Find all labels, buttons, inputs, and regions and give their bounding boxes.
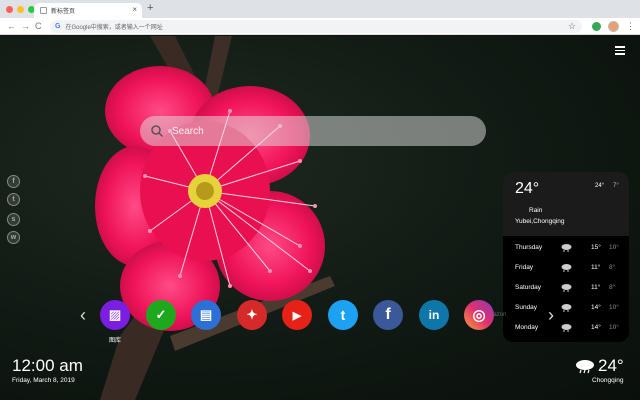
browser-menu-icon[interactable]: ⋮ (626, 20, 635, 32)
shortcut-twitter[interactable]: t (328, 300, 358, 330)
clock-date: Friday, March 8, 2019 (12, 377, 75, 384)
shortcut-linkedin[interactable]: in (419, 300, 449, 330)
shortcut-gallery[interactable]: ▨ (100, 300, 130, 330)
facebook-icon[interactable]: f (7, 175, 20, 188)
forecast-row: Thursday 15° 10° (503, 240, 629, 256)
forecast-row: Monday 14° 10° (503, 320, 629, 336)
tab-title: 新标签页 (51, 9, 76, 15)
low-temperature: 7° (613, 183, 619, 189)
weather-card[interactable]: 24° 24° 7° Rain Yubei,Chongqing Thursday… (503, 172, 629, 342)
forecast-low: 8° (609, 284, 616, 291)
shortcuts-next-arrow[interactable]: › (548, 306, 554, 324)
minimize-window-button[interactable] (17, 6, 24, 13)
search-icon (151, 125, 164, 138)
forecast-low: 10° (609, 304, 619, 311)
shortcut-game[interactable]: ✦ (237, 300, 267, 330)
forecast-high: 14° (591, 304, 601, 311)
reload-button[interactable]: C (35, 20, 42, 32)
address-bar-placeholder: 在Google中搜索，或者输入一个网址 (65, 25, 163, 31)
new-tab-button[interactable]: + (147, 3, 153, 14)
menu-icon[interactable] (615, 46, 625, 55)
notes-icon: ▤ (199, 307, 213, 322)
forecast-day: Monday (515, 324, 539, 331)
back-button[interactable]: ← (7, 20, 16, 32)
forward-button[interactable]: → (21, 20, 30, 32)
clock-time: 12:00 am (12, 356, 83, 375)
forecast-low: 10° (609, 324, 619, 331)
forecast-row: Saturday 11° 8° (503, 280, 629, 296)
profile-avatar[interactable] (608, 21, 619, 32)
shortcut-check[interactable]: ✓ (146, 300, 176, 330)
forecast-high: 11° (591, 264, 601, 271)
shortcuts-prev-arrow[interactable]: ‹ (80, 306, 86, 324)
address-bar[interactable]: G 在Google中搜索，或者输入一个网址 ☆ (50, 20, 582, 33)
forecast-high: 14° (591, 324, 601, 331)
search-input[interactable] (172, 125, 472, 137)
forecast-low: 8° (609, 264, 616, 271)
close-window-button[interactable] (6, 6, 13, 13)
browser-toolbar: ← → C G 在Google中搜索，或者输入一个网址 ☆ ⋮ (0, 18, 640, 35)
new-tab-page: f t s w 24° 24° 7° Rain Yubei,Chongqing … (0, 36, 640, 400)
rain-cloud-icon (561, 284, 572, 292)
forecast-day: Sunday (515, 304, 538, 311)
rain-cloud-icon (576, 360, 594, 374)
youtube-icon: ▶ (292, 309, 302, 322)
forecast-day: Friday (515, 264, 534, 271)
google-icon: G (55, 23, 61, 30)
bottom-weather-city: Chongqing (592, 377, 624, 384)
window-controls (6, 6, 35, 13)
wechat-icon[interactable]: w (7, 231, 20, 244)
gallery-icon: ▨ (108, 307, 122, 322)
bookmark-star-icon[interactable]: ☆ (568, 20, 576, 33)
weather-current: 24° 24° 7° Rain Yubei,Chongqing (503, 172, 629, 236)
tab-close-icon[interactable]: × (132, 5, 137, 14)
game-icon: ✦ (246, 307, 258, 322)
instagram-icon: ◎ (472, 307, 486, 324)
tab-new-tab[interactable]: 新标签页 × (34, 3, 142, 18)
bottom-weather-temperature[interactable]: 24° (598, 356, 624, 376)
facebook-icon: f (385, 306, 391, 323)
current-temperature: 24° (515, 180, 540, 197)
weather-location: Yubei,Chongqing (515, 218, 565, 225)
shortcut-notes[interactable]: ▤ (191, 300, 221, 330)
weather-condition: Rain (529, 207, 543, 214)
high-temperature: 24° (595, 183, 605, 189)
shortcut-youtube[interactable]: ▶ (282, 300, 312, 330)
rain-cloud-icon (561, 304, 572, 312)
shortcut-label-gallery: 图库 (108, 338, 121, 344)
forecast-row: Sunday 14° 10° (503, 300, 629, 316)
checkmark-icon: ✓ (155, 307, 167, 322)
forecast-low: 10° (609, 244, 619, 251)
shortcut-facebook[interactable]: f (373, 300, 403, 330)
extension-icon[interactable] (592, 22, 601, 31)
search-bar[interactable] (140, 116, 486, 146)
twitter-icon[interactable]: t (7, 193, 20, 206)
forecast-row: Friday 11° 8° (503, 260, 629, 276)
snapchat-icon[interactable]: s (7, 213, 20, 226)
forecast-high: 15° (591, 244, 601, 251)
forecast-high: 11° (591, 284, 601, 291)
tab-strip: 新标签页 × + (0, 0, 640, 18)
linkedin-icon: in (428, 308, 440, 322)
forecast-day: Saturday (515, 284, 542, 291)
twitter-icon: t (340, 307, 346, 323)
forecast-day: Thursday (515, 244, 543, 251)
rain-cloud-icon (561, 264, 572, 272)
page-icon (40, 7, 47, 14)
rain-cloud-icon (561, 244, 572, 252)
rain-cloud-icon (561, 324, 572, 332)
shortcut-instagram[interactable]: ◎ (464, 300, 494, 330)
